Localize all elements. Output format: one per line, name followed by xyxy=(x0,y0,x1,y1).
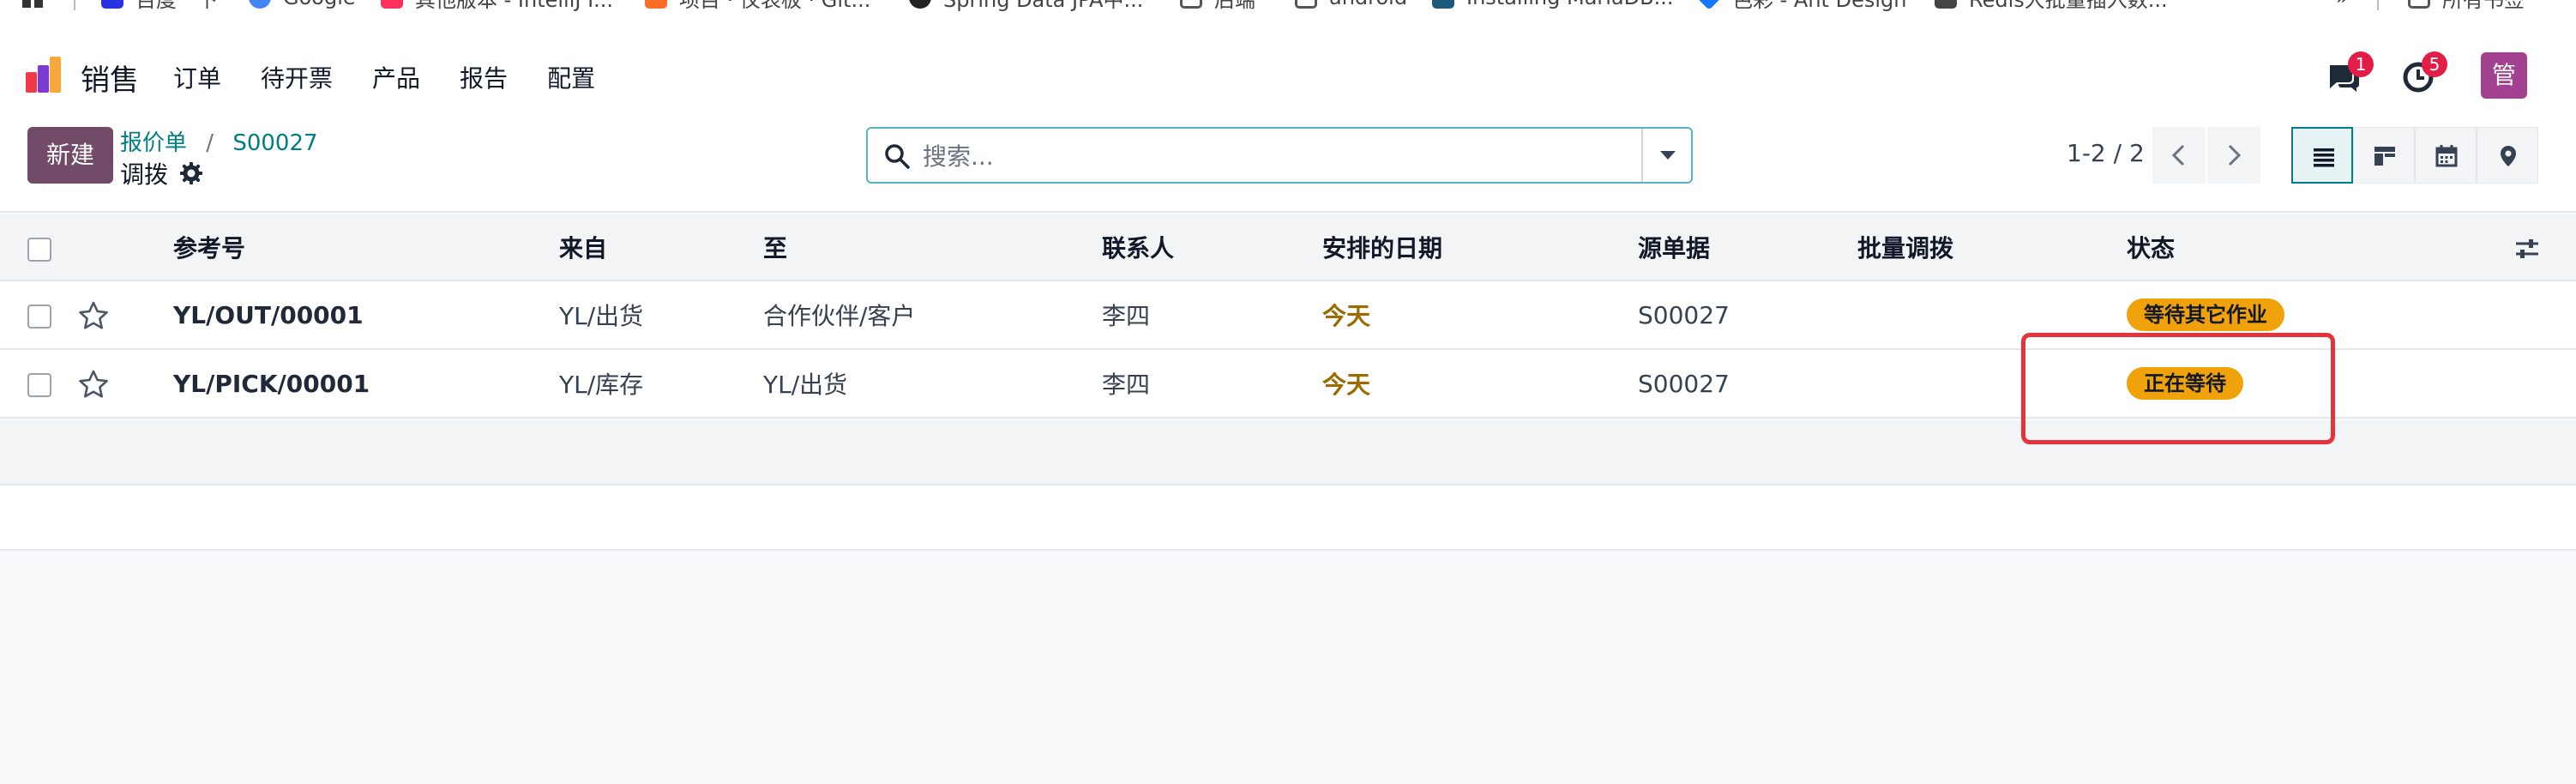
ant-design-icon xyxy=(1696,0,1722,10)
list-view-button[interactable] xyxy=(2291,127,2353,184)
search-input[interactable] xyxy=(923,136,1643,177)
bookmark-item[interactable]: 其他版本 - IntelliJ I... xyxy=(381,0,613,12)
select-all-checkbox[interactable] xyxy=(27,238,51,262)
messages-badge: 1 xyxy=(2348,51,2374,77)
all-bookmarks-button[interactable]: 所有书签 xyxy=(2408,0,2525,12)
cell-source-document: S00027 xyxy=(1638,300,1730,329)
menu-item-orders[interactable]: 订单 xyxy=(173,60,221,94)
spring-icon xyxy=(909,0,931,9)
menu-item-products[interactable]: 产品 xyxy=(372,60,420,94)
pager-value[interactable]: 1-2 / 2 xyxy=(2067,139,2145,167)
folder-icon xyxy=(1295,0,1317,9)
column-header-to[interactable]: 至 xyxy=(763,214,787,280)
bookmark-item[interactable]: 百度一下 xyxy=(101,0,218,12)
mariadb-icon xyxy=(1432,0,1454,9)
activities-badge: 5 xyxy=(2422,51,2447,77)
calendar-view-button[interactable] xyxy=(2415,127,2477,184)
cell-reference: YL/PICK/00001 xyxy=(173,369,370,398)
bookmark-item[interactable]: Spring Data JPA中... xyxy=(909,0,1143,12)
optional-columns-icon[interactable] xyxy=(2514,237,2540,261)
control-panel: 新建 报价单 / S00027 调拨 1-2 / 2 xyxy=(0,110,2576,213)
cell-contact: 李四 xyxy=(1102,302,1151,330)
cell-scheduled-date: 今天 xyxy=(1322,371,1371,399)
list-icon xyxy=(2314,148,2334,167)
bookmark-item[interactable]: Installing MariaDB... xyxy=(1432,0,1673,10)
highlight-box xyxy=(2021,333,2335,444)
status-badge: 等待其它作业 xyxy=(2127,299,2284,331)
new-button[interactable]: 新建 xyxy=(27,127,113,184)
bookmarks-separator xyxy=(2377,0,2379,10)
bookmark-item[interactable]: Redis大批量插入数... xyxy=(1935,0,2168,12)
kanban-icon xyxy=(2374,147,2395,166)
column-header-source-document[interactable]: 源单据 xyxy=(1638,214,1710,280)
chevron-right-icon xyxy=(2228,144,2242,166)
calendar-icon xyxy=(2435,145,2458,167)
breadcrumb-quotations[interactable]: 报价单 xyxy=(120,130,187,156)
cell-from: YL/出货 xyxy=(559,302,644,330)
bookmark-item[interactable]: 色彩 - Ant Design xyxy=(1696,0,1906,12)
list-empty-row xyxy=(0,485,2576,551)
column-header-from[interactable]: 来自 xyxy=(559,214,607,280)
table-header: 参考号 来自 至 联系人 安排的日期 源单据 批量调拨 状态 xyxy=(0,214,2576,281)
top-navbar: 销售 订单 待开票 产品 报告 配置 1 5 管 xyxy=(0,12,2576,110)
row-checkbox[interactable] xyxy=(27,305,51,329)
search-icon xyxy=(885,144,910,169)
gitlab-icon xyxy=(645,0,667,9)
page-title: 调拨 xyxy=(120,156,203,190)
row-checkbox[interactable] xyxy=(27,373,51,397)
cell-contact: 李四 xyxy=(1102,371,1151,399)
pager-previous-button[interactable] xyxy=(2152,127,2206,184)
folder-icon xyxy=(2408,0,2430,9)
breadcrumb: 报价单 / S00027 xyxy=(120,125,318,157)
bookmark-folder[interactable]: 后端 xyxy=(1180,0,1255,12)
breadcrumb-separator: / xyxy=(206,130,214,156)
menu-item-reporting[interactable]: 报告 xyxy=(460,60,508,94)
cell-source-document: S00027 xyxy=(1638,369,1730,398)
search-options-toggle[interactable] xyxy=(1641,129,1691,182)
folder-icon xyxy=(1180,0,1202,9)
cell-to: YL/出货 xyxy=(763,371,848,399)
redis-icon xyxy=(1935,0,1957,9)
apps-grid-icon[interactable] xyxy=(21,0,45,10)
cell-reference: YL/OUT/00001 xyxy=(173,300,364,329)
bookmarks-separator xyxy=(74,0,75,10)
main-menu: 订单 待开票 产品 报告 配置 xyxy=(173,60,635,94)
map-pin-icon xyxy=(2501,146,2516,166)
app-name[interactable]: 销售 xyxy=(81,57,139,99)
column-header-status[interactable]: 状态 xyxy=(2127,214,2175,280)
cell-scheduled-date: 今天 xyxy=(1322,302,1371,330)
gear-icon[interactable] xyxy=(180,162,203,184)
user-avatar[interactable]: 管 xyxy=(2481,52,2527,99)
caret-down-icon xyxy=(1660,151,1676,160)
google-icon xyxy=(249,0,271,9)
baidu-icon xyxy=(101,0,123,9)
bookmark-item[interactable]: Google xyxy=(249,0,356,10)
menu-item-to-invoice[interactable]: 待开票 xyxy=(261,60,333,94)
kanban-view-button[interactable] xyxy=(2353,127,2415,184)
chevron-left-icon xyxy=(2171,144,2185,166)
cell-from: YL/库存 xyxy=(559,371,644,399)
page-title-text: 调拨 xyxy=(120,160,169,189)
bookmarks-more-button[interactable]: » xyxy=(2336,0,2349,10)
column-header-batch-transfer[interactable]: 批量调拨 xyxy=(1857,214,1953,280)
intellij-icon xyxy=(381,0,403,9)
cell-to: 合作伙伴/客户 xyxy=(763,302,916,330)
search-bar xyxy=(866,127,1693,184)
star-icon[interactable] xyxy=(77,369,110,400)
bookmark-folder[interactable]: android xyxy=(1295,0,1407,10)
sales-app-icon[interactable] xyxy=(24,55,63,94)
pager-next-button[interactable] xyxy=(2207,127,2260,184)
menu-item-configuration[interactable]: 配置 xyxy=(547,60,595,94)
column-header-contact[interactable]: 联系人 xyxy=(1102,214,1174,280)
view-switcher xyxy=(2291,127,2538,184)
breadcrumb-order[interactable]: S00027 xyxy=(232,130,317,156)
column-header-reference[interactable]: 参考号 xyxy=(173,214,245,280)
column-header-scheduled-date[interactable]: 安排的日期 xyxy=(1322,214,1442,280)
bookmark-item[interactable]: 项目 · 仪表板 · Git... xyxy=(645,0,870,12)
map-view-button[interactable] xyxy=(2477,127,2538,184)
star-icon[interactable] xyxy=(77,300,110,331)
bookmarks-bar: 百度一下 Google 其他版本 - IntelliJ I... 项目 · 仪表… xyxy=(0,0,2576,12)
